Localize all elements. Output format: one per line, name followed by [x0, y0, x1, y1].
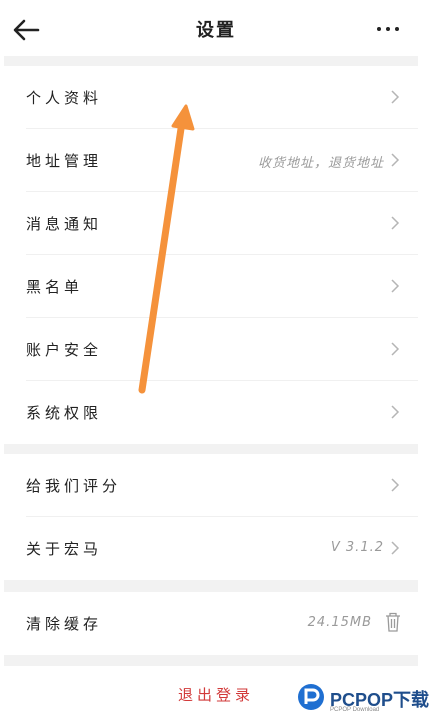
page-title: 设置	[196, 20, 236, 41]
pcpop-logo-icon	[298, 684, 324, 710]
chevron-right-icon	[391, 216, 400, 230]
chevron-right-icon	[391, 90, 400, 104]
watermark: PCPOP下载 PCPOP Download	[296, 680, 430, 718]
settings-item-notifications[interactable]: 消息通知	[4, 192, 418, 255]
settings-item-profile[interactable]: 个人资料	[4, 66, 418, 129]
settings-item-rate-us[interactable]: 给我们评分	[4, 454, 418, 517]
section-gap	[4, 56, 418, 66]
settings-item-account-security[interactable]: 账户安全	[4, 318, 418, 381]
more-dots-icon	[377, 27, 399, 31]
chevron-right-icon	[391, 279, 400, 293]
settings-item-label: 清除缓存	[26, 615, 103, 633]
settings-item-blacklist[interactable]: 黑名单	[4, 255, 418, 318]
top-bar: 设置	[0, 0, 432, 56]
chevron-right-icon	[391, 541, 400, 555]
settings-item-label: 给我们评分	[26, 477, 122, 495]
settings-item-address[interactable]: 地址管理 收货地址，退货地址	[4, 129, 418, 192]
watermark-subtext: PCPOP Download	[330, 707, 380, 713]
chevron-right-icon	[391, 153, 400, 167]
chevron-right-icon	[391, 342, 400, 356]
settings-item-label: 消息通知	[26, 215, 103, 233]
more-button[interactable]	[374, 14, 402, 42]
trash-icon[interactable]	[384, 611, 402, 633]
settings-item-value: 收货地址，退货地址	[257, 156, 384, 171]
settings-item-about[interactable]: 关于宏马 V 3.1.2	[4, 517, 418, 580]
settings-item-label: 账户安全	[26, 341, 103, 359]
settings-item-label: 地址管理	[26, 152, 103, 170]
settings-item-label: 黑名单	[26, 278, 84, 296]
settings-item-label: 关于宏马	[26, 540, 103, 558]
settings-item-label: 个人资料	[26, 89, 103, 107]
chevron-right-icon	[391, 405, 400, 419]
settings-item-system-permissions[interactable]: 系统权限	[4, 381, 418, 444]
settings-item-label: 系统权限	[26, 404, 103, 422]
settings-item-clear-cache[interactable]: 清除缓存 24.15MB	[4, 592, 418, 655]
version-value: V 3.1.2	[330, 540, 384, 555]
section-gap	[4, 580, 418, 592]
chevron-right-icon	[391, 478, 400, 492]
section-gap	[4, 654, 418, 666]
cache-size-value: 24.15MB	[307, 615, 372, 630]
